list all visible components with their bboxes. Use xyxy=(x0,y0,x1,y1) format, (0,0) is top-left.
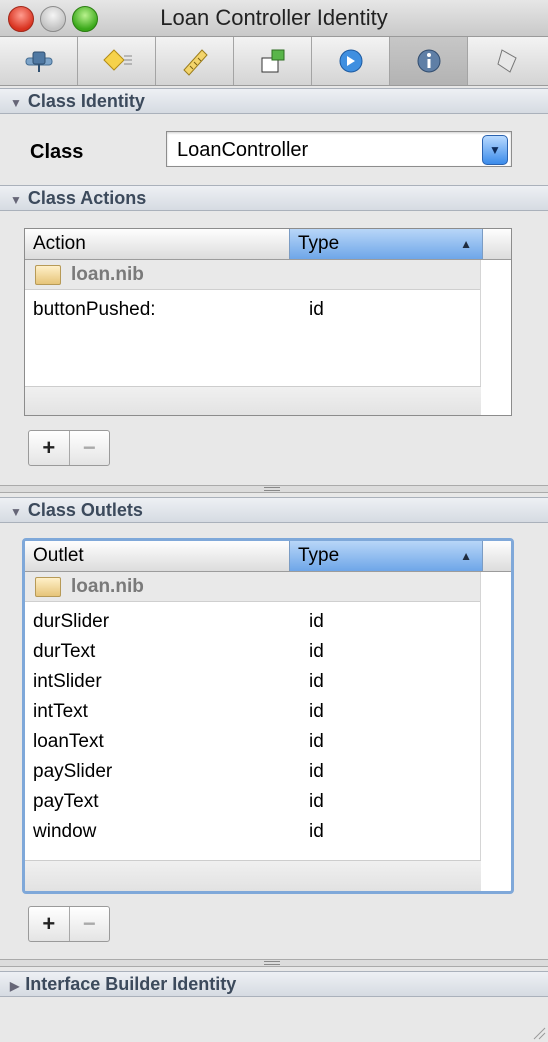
outlet-type: id xyxy=(309,731,324,752)
outlet-type: id xyxy=(309,611,324,632)
column-header-type[interactable]: Type ▲ xyxy=(289,541,483,571)
action-name: buttonPushed: xyxy=(33,299,156,320)
column-header-type-label: Type xyxy=(298,545,340,566)
disclosure-triangle-icon: ▼ xyxy=(10,193,22,207)
sort-ascending-icon: ▲ xyxy=(460,237,472,251)
horizontal-scrollbar[interactable] xyxy=(25,860,481,891)
table-row[interactable]: intText id xyxy=(25,697,483,727)
table-header: Outlet Type ▲ xyxy=(25,541,511,572)
column-header-outlet[interactable]: Outlet xyxy=(25,541,289,571)
column-header-type-label: Type xyxy=(298,233,340,254)
splitter-grip-icon xyxy=(264,961,280,965)
outlet-name: window xyxy=(33,821,97,842)
table-row[interactable]: buttonPushed: id xyxy=(25,295,483,325)
section-title: Class Identity xyxy=(27,91,145,111)
column-header-action[interactable]: Action xyxy=(25,229,289,259)
outlet-name: loanText xyxy=(33,731,104,752)
outlet-type: id xyxy=(309,641,324,662)
table-header: Action Type ▲ xyxy=(25,229,511,260)
sort-ascending-icon: ▲ xyxy=(460,549,472,563)
group-row-nib[interactable]: loan.nib xyxy=(25,572,483,602)
identity-info-icon xyxy=(417,49,440,73)
section-header-class-identity[interactable]: ▼ Class Identity xyxy=(0,88,548,114)
attributes-icon xyxy=(25,51,52,72)
tab-applescript[interactable] xyxy=(468,37,546,85)
group-row-label: loan.nib xyxy=(71,264,144,285)
table-row[interactable]: paySlider id xyxy=(25,757,483,787)
chevron-down-icon[interactable]: ▼ xyxy=(482,135,508,165)
actions-table[interactable]: Action Type ▲ loan.nib buttonPushed: id xyxy=(24,228,512,416)
outlet-name: payText xyxy=(33,791,99,812)
tab-effects[interactable] xyxy=(78,37,156,85)
actions-add-remove: + − xyxy=(28,430,110,466)
window-title: Loan Controller Identity xyxy=(160,5,388,30)
add-outlet-button[interactable]: + xyxy=(29,907,70,941)
group-row-nib[interactable]: loan.nib xyxy=(25,260,483,290)
connections-icon xyxy=(261,49,284,73)
class-combobox-value: LoanController xyxy=(177,139,309,161)
column-header-type[interactable]: Type ▲ xyxy=(289,229,483,259)
outlet-type: id xyxy=(309,671,324,692)
tab-identity[interactable] xyxy=(390,37,468,85)
applescript-icon xyxy=(497,49,517,73)
table-row[interactable]: intSlider id xyxy=(25,667,483,697)
tab-bindings[interactable] xyxy=(312,37,390,85)
remove-outlet-button[interactable]: − xyxy=(70,907,110,941)
class-combobox[interactable]: LoanController ▼ xyxy=(166,131,512,167)
outlet-name: paySlider xyxy=(33,761,113,782)
disclosure-triangle-icon: ▼ xyxy=(10,505,22,519)
tab-connections[interactable] xyxy=(234,37,312,85)
tab-size[interactable] xyxy=(156,37,234,85)
splitter-grip-icon xyxy=(264,487,280,491)
tab-attributes[interactable] xyxy=(0,37,78,85)
splitter[interactable] xyxy=(0,959,548,967)
inspector-toolbar xyxy=(0,37,548,86)
outlet-type: id xyxy=(309,761,324,782)
nib-file-icon xyxy=(35,265,61,285)
group-row-label: loan.nib xyxy=(71,576,144,597)
outlet-name: durText xyxy=(33,641,96,662)
add-action-button[interactable]: + xyxy=(29,431,70,465)
outlet-name: intText xyxy=(33,701,88,722)
resize-grip-icon[interactable] xyxy=(530,1024,546,1040)
bindings-icon xyxy=(339,49,362,73)
effects-icon xyxy=(102,49,132,71)
action-type: id xyxy=(309,299,324,320)
class-label: Class xyxy=(30,141,84,163)
size-ruler-icon xyxy=(182,49,208,76)
section-header-class-actions[interactable]: ▼ Class Actions xyxy=(0,185,548,211)
outlet-type: id xyxy=(309,821,324,842)
nib-file-icon xyxy=(35,577,61,597)
splitter[interactable] xyxy=(0,485,548,493)
table-row[interactable]: payText id xyxy=(25,787,483,817)
remove-action-button[interactable]: − xyxy=(70,431,110,465)
section-title: Class Actions xyxy=(27,188,147,208)
table-row[interactable]: window id xyxy=(25,817,483,847)
outlet-type: id xyxy=(309,791,324,812)
outlets-table[interactable]: Outlet Type ▲ loan.nib durSlider id durTe… xyxy=(22,538,514,894)
outlets-add-remove: + − xyxy=(28,906,110,942)
title-bar: Loan Controller Identity xyxy=(0,0,548,37)
section-title: Interface Builder Identity xyxy=(25,974,237,994)
outlet-name: intSlider xyxy=(33,671,102,692)
disclosure-triangle-collapsed-icon: ▶ xyxy=(10,979,20,993)
table-row[interactable]: durText id xyxy=(25,637,483,667)
section-title: Class Outlets xyxy=(27,500,143,520)
table-row[interactable]: loanText id xyxy=(25,727,483,757)
table-row[interactable]: durSlider id xyxy=(25,607,483,637)
vertical-scrollbar[interactable] xyxy=(480,572,511,860)
section-header-ib-identity[interactable]: ▶ Interface Builder Identity xyxy=(0,971,548,997)
horizontal-scrollbar[interactable] xyxy=(25,386,481,415)
outlet-name: durSlider xyxy=(33,611,110,632)
disclosure-triangle-icon: ▼ xyxy=(10,96,22,110)
vertical-scrollbar[interactable] xyxy=(480,260,511,386)
section-header-class-outlets[interactable]: ▼ Class Outlets xyxy=(0,497,548,523)
outlet-type: id xyxy=(309,701,324,722)
